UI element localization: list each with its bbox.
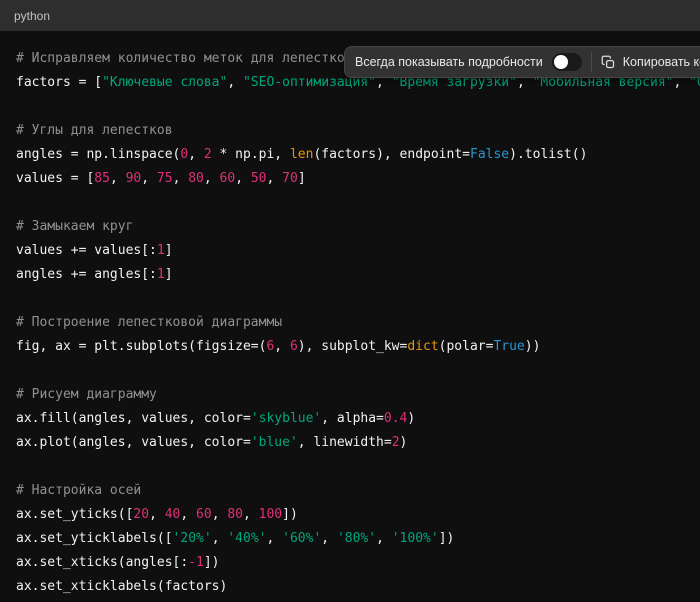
code-line: values = [85, 90, 75, 80, 60, 50, 70] bbox=[16, 167, 700, 191]
code-line: ax.set_yticklabels(['20%', '40%', '60%',… bbox=[16, 527, 700, 551]
code-line: ax.fill(angles, values, color='skyblue',… bbox=[16, 407, 700, 431]
copy-code-button[interactable]: Копировать код bbox=[601, 55, 700, 70]
toggle-knob bbox=[554, 55, 568, 69]
code-line: angles += angles[:1] bbox=[16, 263, 700, 287]
code-line bbox=[16, 287, 700, 311]
code-line: angles = np.linspace(0, 2 * np.pi, len(f… bbox=[16, 143, 700, 167]
always-show-details-label: Всегда показывать подробности bbox=[355, 55, 543, 69]
code-line: # Рисуем диаграмму bbox=[16, 383, 700, 407]
code-line: ax.plot(angles, values, color='blue', li… bbox=[16, 431, 700, 455]
toolbar-divider bbox=[591, 52, 592, 72]
code-line: # Построение лепестковой диаграммы bbox=[16, 311, 700, 335]
code-line: ax.set_yticks([20, 40, 60, 80, 100]) bbox=[16, 503, 700, 527]
language-label: python bbox=[14, 9, 50, 23]
copy-icon bbox=[601, 55, 616, 70]
code-area[interactable]: # Исправляем количество меток для лепест… bbox=[0, 31, 700, 602]
code-line: values += values[:1] bbox=[16, 239, 700, 263]
code-header: python bbox=[0, 0, 700, 31]
details-toggle[interactable] bbox=[552, 53, 582, 71]
code-line: ax.set_xticklabels(factors) bbox=[16, 575, 700, 599]
code-line bbox=[16, 359, 700, 383]
code-line bbox=[16, 191, 700, 215]
code-line: # Углы для лепестков bbox=[16, 119, 700, 143]
code-line: fig, ax = plt.subplots(figsize=(6, 6), s… bbox=[16, 335, 700, 359]
code-line bbox=[16, 455, 700, 479]
code-line: # Замыкаем круг bbox=[16, 215, 700, 239]
copy-code-label: Копировать код bbox=[623, 55, 700, 69]
code-line: # Настройка осей bbox=[16, 479, 700, 503]
code-line bbox=[16, 95, 700, 119]
code-line: ax.set_xticks(angles[:-1]) bbox=[16, 551, 700, 575]
code-block: python # Исправляем количество меток для… bbox=[0, 0, 700, 602]
code-toolbar: Всегда показывать подробности Копировать… bbox=[344, 46, 700, 78]
